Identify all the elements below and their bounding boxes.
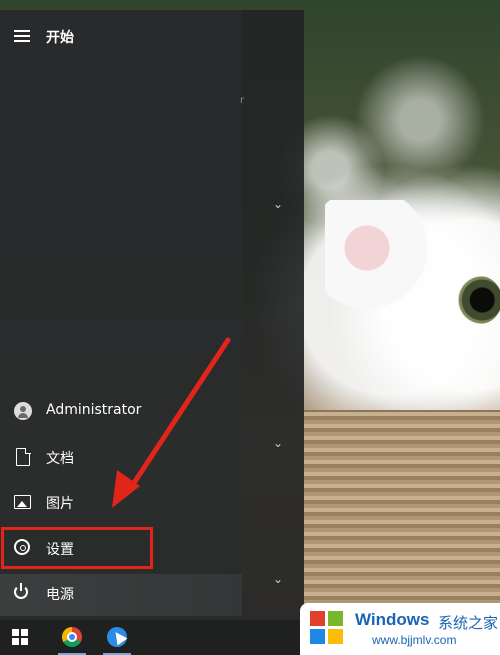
chrome-icon[interactable]	[62, 627, 82, 647]
hamburger-menu-icon[interactable]	[14, 30, 30, 42]
windows-start-icon[interactable]	[12, 629, 29, 646]
watermark-brand-sub: 系统之家	[438, 614, 499, 632]
windows-logo-icon	[310, 611, 344, 645]
watermark: Windows 系统之家 www.bjjmlv.com	[300, 603, 500, 655]
chevron-down-icon[interactable]: ⌄	[273, 436, 283, 450]
watermark-url: www.bjjmlv.com	[372, 633, 457, 647]
start-menu-title: 开始	[46, 30, 74, 46]
start-item-label: 图片	[46, 496, 74, 512]
watermark-brand: Windows	[355, 610, 430, 629]
start-item-documents[interactable]: 文档	[0, 438, 242, 478]
settings-highlight-box	[1, 527, 153, 569]
start-item-label: Administrator	[46, 402, 142, 418]
power-icon	[14, 583, 32, 602]
start-item-label: 文档	[46, 451, 74, 467]
blue-app-icon[interactable]	[107, 627, 127, 647]
chevron-down-icon[interactable]: ⌄	[273, 572, 283, 586]
picture-icon	[14, 493, 32, 511]
start-item-power[interactable]: 电源	[0, 574, 242, 616]
user-icon	[14, 402, 32, 420]
chevron-down-icon[interactable]: ⌄	[273, 197, 283, 211]
start-item-user[interactable]: Administrator	[0, 392, 242, 432]
start-menu-tiles-panel	[242, 10, 304, 620]
cat-image-basket	[304, 410, 500, 622]
cat-image-ear	[325, 200, 445, 320]
start-item-pictures[interactable]: 图片	[0, 483, 242, 523]
document-icon	[14, 447, 32, 466]
tile-letter: r	[240, 95, 245, 106]
cat-image-eye	[458, 276, 500, 324]
start-item-label: 电源	[46, 587, 74, 603]
